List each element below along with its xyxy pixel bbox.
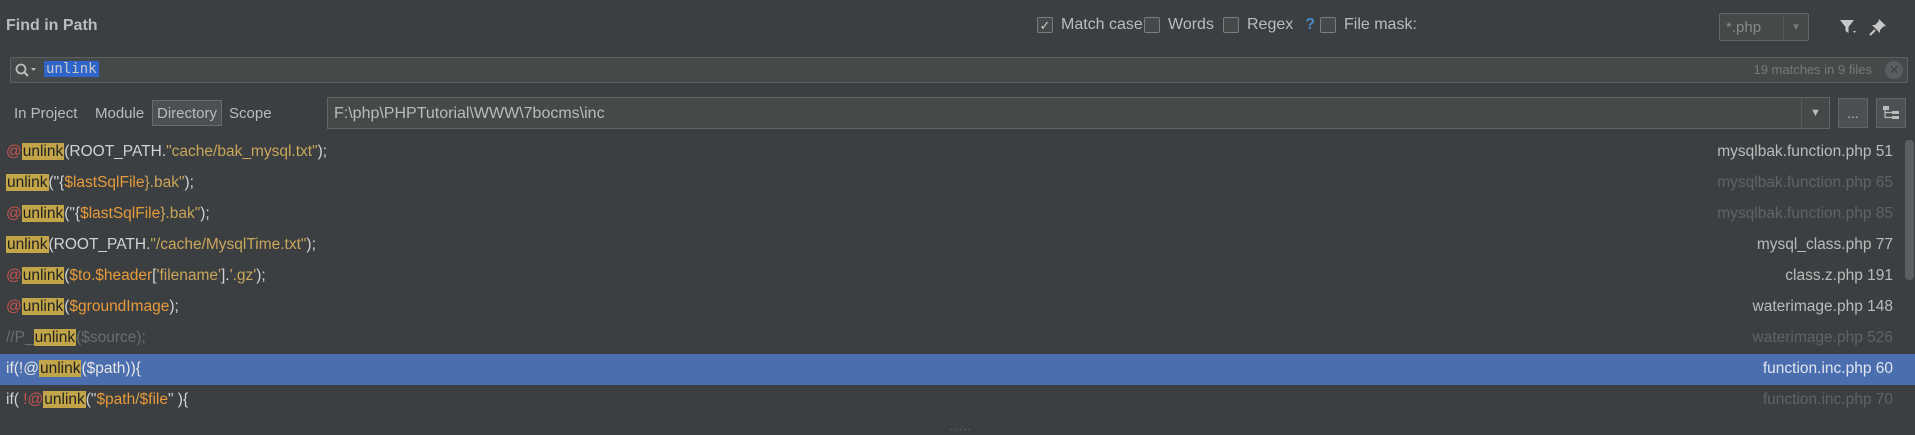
tab-in-project[interactable]: In Project [10,101,81,127]
file-mask-option[interactable]: File mask: [1320,16,1417,34]
regex-help-icon[interactable]: ? [1305,16,1315,34]
file-location: mysqlbak.function.php 85 [1717,205,1893,222]
file-location: mysqlbak.function.php 65 [1717,174,1893,191]
result-row[interactable]: unlink(ROOT_PATH."/cache/MysqlTime.txt")… [0,230,1915,261]
search-input[interactable]: unlink [44,61,99,77]
regex-checkbox[interactable] [1223,17,1239,33]
code-snippet: if(!@unlink($path)){ [6,360,141,377]
match-case-checkbox[interactable]: ✓ [1037,17,1053,33]
file-location: function.inc.php 70 [1762,391,1893,408]
file-location: function.inc.php 60 [1762,360,1893,377]
result-row[interactable]: @unlink("{$lastSqlFile}.bak"); mysqlbak.… [0,199,1915,230]
words-checkbox[interactable] [1144,17,1160,33]
file-mask-value: *.php [1726,19,1762,36]
match-count: 19 matches in 9 files [1753,62,1872,77]
search-field[interactable]: unlink 19 matches in 9 files ✕ [10,57,1908,83]
code-snippet: @unlink(ROOT_PATH."cache/bak_mysql.txt")… [6,143,328,160]
file-location: waterimage.php 148 [1752,298,1893,315]
words-option[interactable]: Words [1144,16,1214,34]
directory-path: F:\php\PHPTutorial\WWW\7bocms\inc [334,105,605,122]
file-location: waterimage.php 526 [1752,329,1893,346]
file-mask-checkbox[interactable] [1320,17,1336,33]
file-mask-combo[interactable]: *.php ▼ [1719,13,1809,41]
file-location: mysqlbak.function.php 51 [1717,143,1893,160]
code-snippet: @unlink("{$lastSqlFile}.bak"); [6,205,210,222]
words-label: Words [1168,16,1214,33]
code-snippet: @unlink($groundImage); [6,298,179,315]
directory-combo[interactable]: F:\php\PHPTutorial\WWW\7bocms\inc ▼ [327,97,1830,129]
results-scrollbar[interactable] [1905,140,1914,280]
result-row[interactable]: @unlink(ROOT_PATH."cache/bak_mysql.txt")… [0,137,1915,168]
regex-label: Regex [1247,16,1294,33]
code-snippet: @unlink($to.$header['filename'].'.gz'); [6,267,266,284]
chevron-down-icon[interactable]: ▼ [1801,98,1829,128]
code-snippet: if( !@unlink("$path/$file" ){ [6,391,189,408]
results-list[interactable]: @unlink(ROOT_PATH."cache/bak_mysql.txt")… [0,137,1915,435]
file-location: mysql_class.php 77 [1756,236,1893,253]
browse-button[interactable]: ... [1838,98,1868,128]
resize-grip[interactable]: ····· [950,424,972,435]
file-location: class.z.php 191 [1785,267,1893,284]
code-snippet: unlink("{$lastSqlFile}.bak"); [6,174,194,191]
result-row[interactable]: if( !@unlink("$path/$file" ){ function.i… [0,385,1915,416]
tab-scope[interactable]: Scope [225,101,276,127]
result-row[interactable]: unlink("{$lastSqlFile}.bak"); mysqlbak.f… [0,168,1915,199]
code-snippet: //P_unlink($source); [6,329,146,346]
tree-icon[interactable] [1876,98,1906,128]
match-case-option[interactable]: ✓ Match case [1037,16,1143,34]
find-header: Find in Path ✓ Match case Words Regex ? … [0,0,1915,54]
pin-icon[interactable] [1866,15,1890,39]
result-row-selected[interactable]: if(!@unlink($path)){ function.inc.php 60 [0,354,1915,385]
tab-module[interactable]: Module [91,101,148,127]
result-row[interactable]: @unlink($to.$header['filename'].'.gz'); … [0,261,1915,292]
clear-icon[interactable]: ✕ [1885,61,1903,79]
result-row[interactable]: @unlink($groundImage); waterimage.php 14… [0,292,1915,323]
tab-directory[interactable]: Directory [152,100,223,126]
chevron-down-icon[interactable]: ▼ [1783,14,1808,40]
match-case-label: Match case [1061,16,1143,33]
result-row[interactable]: //P_unlink($source); waterimage.php 526 [0,323,1915,354]
regex-option[interactable]: Regex ? [1223,16,1315,34]
dialog-title: Find in Path [6,17,98,34]
code-snippet: unlink(ROOT_PATH."/cache/MysqlTime.txt")… [6,236,316,253]
search-icon[interactable] [14,60,46,80]
file-mask-label: File mask: [1344,16,1417,33]
filter-icon[interactable] [1836,15,1860,39]
